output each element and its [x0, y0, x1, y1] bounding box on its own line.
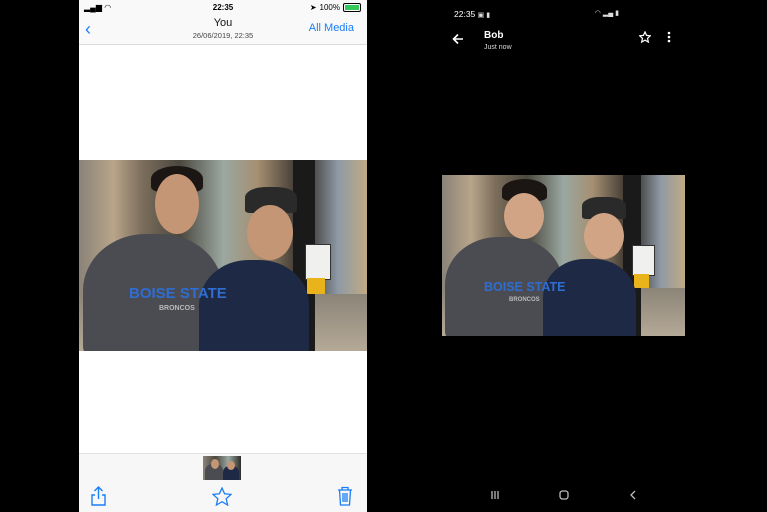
photo-signbox: [307, 278, 325, 294]
android-screen: 22:35 ▣ ▮ ◠ ▂▄ ▮ Bob Just now BOISE STAT…: [442, 0, 685, 511]
photo-shirt-text: BOISE STATE: [129, 285, 227, 302]
media-viewer: BOISE STATE BRONCOS: [79, 45, 367, 453]
recents-icon[interactable]: [490, 489, 500, 503]
ios-screen: ▂▄▆ ◠ 22:35 ➤ 100% ‹ You 26/06/2019, 22:…: [79, 0, 367, 512]
android-status-time: 22:35: [454, 9, 476, 19]
location-icon: ➤: [309, 3, 317, 12]
android-photo[interactable]: BOISE STATE BRONCOS: [442, 175, 685, 336]
trash-icon[interactable]: [337, 486, 353, 511]
android-app-bar: Bob Just now: [442, 28, 685, 56]
photo-person-right-head: [584, 213, 624, 259]
photo-shirt-subtext: BRONCOS: [509, 297, 540, 303]
photo[interactable]: BOISE STATE BRONCOS: [79, 160, 367, 351]
photo-person-left-head: [155, 174, 199, 234]
android-nav-bar: [442, 488, 685, 506]
photo-person-right: [199, 260, 309, 351]
star-outline-icon[interactable]: [638, 30, 652, 46]
star-icon[interactable]: [211, 486, 233, 511]
all-media-button[interactable]: All Media: [309, 22, 354, 34]
more-vert-icon[interactable]: [667, 31, 671, 46]
ios-nav-bar: ‹ You 26/06/2019, 22:35 All Media: [79, 14, 367, 45]
photo-person-right: [543, 259, 636, 336]
ios-status-right: ➤ 100%: [310, 3, 361, 12]
photo-signbox: [634, 274, 649, 288]
photo-sign: [305, 244, 331, 280]
contact-status: Just now: [484, 44, 512, 51]
battery-percent: 100%: [319, 3, 340, 12]
home-icon[interactable]: [559, 489, 569, 503]
media-thumbnail[interactable]: [203, 456, 241, 480]
ios-toolbar: [79, 453, 367, 512]
android-status-bar: 22:35 ▣ ▮ ◠ ▂▄ ▮: [454, 9, 685, 19]
photo-shirt-subtext: BRONCOS: [159, 305, 195, 312]
photo-shirt-text: BOISE STATE: [484, 280, 566, 294]
contact-name: Bob: [484, 30, 504, 41]
photo-sign: [632, 245, 655, 276]
photo-person-right-head: [247, 205, 293, 260]
arrow-left-icon[interactable]: [452, 32, 464, 48]
android-signal-battery-icon: ◠ ▂▄ ▮: [594, 10, 619, 17]
android-status-notif-icons: ▣ ▮: [477, 12, 491, 19]
battery-icon: [343, 3, 361, 12]
share-icon[interactable]: [91, 486, 106, 511]
ios-status-bar: ▂▄▆ ◠ 22:35 ➤ 100%: [79, 0, 367, 14]
photo-person-left-head: [504, 193, 544, 239]
back-icon[interactable]: [628, 489, 638, 503]
